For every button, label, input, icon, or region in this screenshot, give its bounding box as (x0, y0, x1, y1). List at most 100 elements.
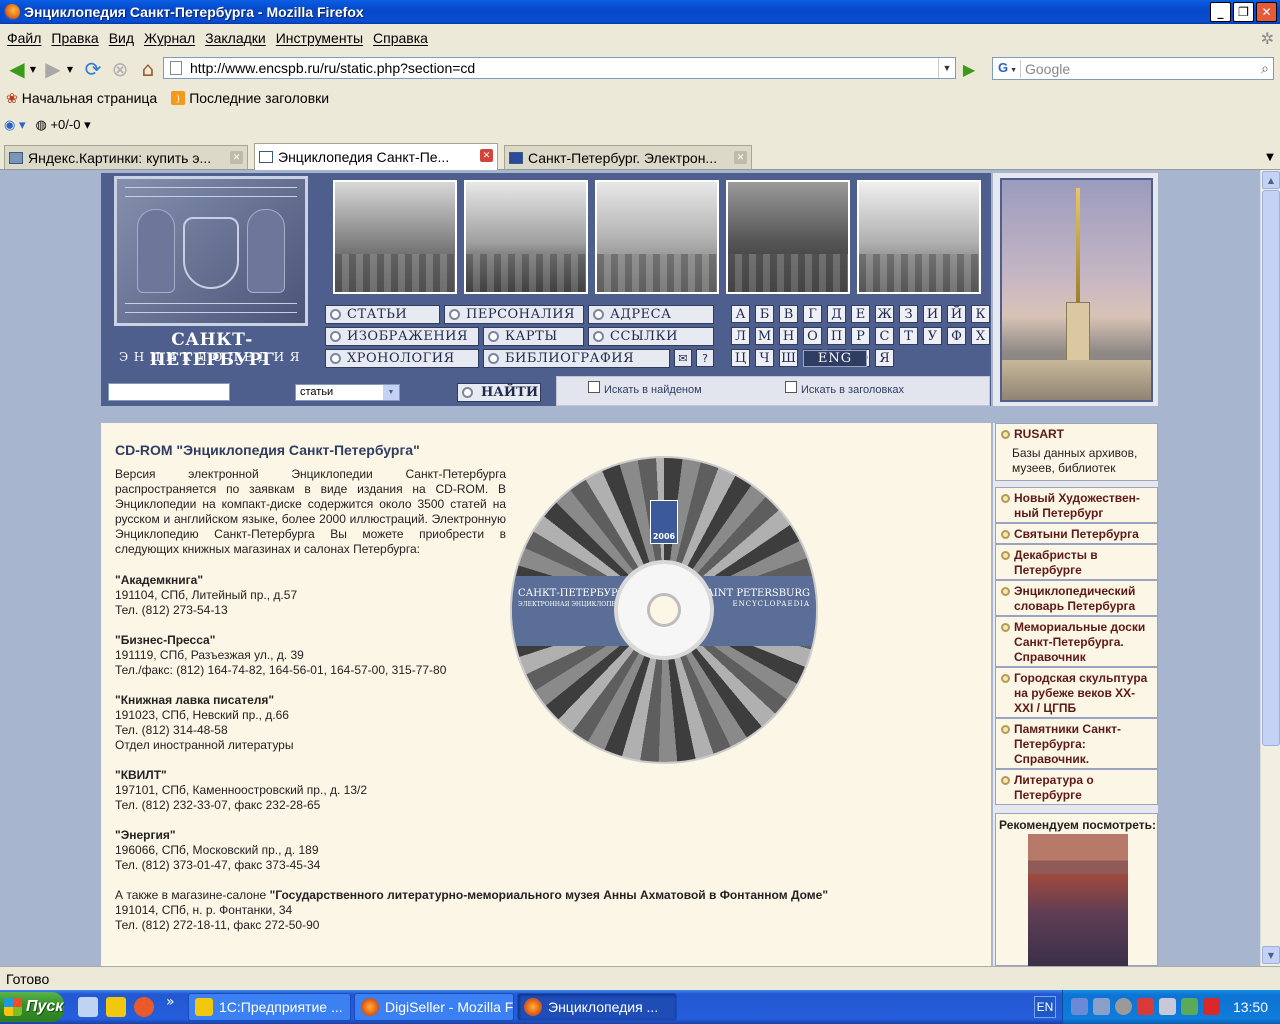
sidebar-item-dictionary[interactable]: Энциклопедический словарь Петербурга (995, 580, 1158, 616)
letter-link[interactable]: Х (971, 327, 990, 345)
magnifier-icon[interactable]: ⌕ (1261, 60, 1269, 77)
nav-bibliography-button[interactable]: БИБЛИОГРАФИЯ (483, 349, 670, 368)
letter-link[interactable]: П (827, 327, 846, 345)
letter-link[interactable]: Ц (731, 349, 750, 367)
menu-bookmarks[interactable]: Закладки (200, 30, 271, 46)
search-in-titles-checkbox[interactable]: Искать в заголовках (785, 381, 904, 396)
scroll-down-icon[interactable]: ▼ (1262, 946, 1280, 964)
find-button[interactable]: НАЙТИ (457, 383, 541, 402)
quick-launch-more-icon[interactable]: » (166, 994, 175, 1010)
letter-link[interactable]: Л (731, 327, 750, 345)
taskbar-button-1c[interactable]: 1С:Предприятие ... (188, 993, 351, 1021)
letter-link[interactable]: Б (755, 305, 774, 323)
url-bar[interactable]: http://www.encspb.ru/ru/static.php?secti… (163, 57, 956, 79)
minimize-button[interactable]: _ (1210, 2, 1231, 22)
shield-icon[interactable] (1137, 998, 1154, 1015)
restore-button[interactable]: ❐ (1233, 2, 1254, 22)
vertical-scrollbar[interactable]: ▲ ▼ (1260, 170, 1280, 966)
tab-close-icon[interactable]: ✕ (230, 151, 243, 164)
menu-file[interactable]: Файл (2, 30, 46, 46)
nav-maps-button[interactable]: КАРТЫ (483, 327, 584, 346)
menu-view[interactable]: Вид (104, 30, 139, 46)
letter-link[interactable]: К (971, 305, 990, 323)
kaspersky-icon[interactable] (1203, 998, 1220, 1015)
tab-yandex[interactable]: Яндекс.Картинки: купить э... ✕ (4, 145, 248, 169)
tab-spb-electronic[interactable]: Санкт-Петербург. Электрон... ✕ (504, 145, 752, 169)
taskbar-button-encyclopedia[interactable]: Энциклопедия ... (517, 993, 677, 1021)
checkbox-icon[interactable] (785, 381, 797, 393)
checkbox-icon[interactable] (588, 381, 600, 393)
sidebar-item-sculpture[interactable]: Городская скульптура на рубеже веков XX-… (995, 667, 1158, 718)
letter-link[interactable]: Ф (947, 327, 966, 345)
letter-link[interactable]: Ш (779, 349, 798, 367)
english-version-button[interactable]: ENG (803, 350, 867, 367)
mail-icon[interactable]: ✉ (674, 349, 692, 367)
letter-link[interactable]: О (803, 327, 822, 345)
letter-link[interactable]: Е (851, 305, 870, 323)
site-logo[interactable] (114, 176, 308, 326)
help-icon[interactable]: ? (696, 349, 714, 367)
letter-link[interactable]: А (731, 305, 750, 323)
tab-encyclopedia[interactable]: Энциклопедия Санкт-Пе... ✕ (254, 143, 498, 170)
reload-button[interactable]: ⟳ (80, 56, 106, 82)
letter-link[interactable]: С (875, 327, 894, 345)
sidebar-item-shrines[interactable]: Святыни Петербурга (995, 523, 1158, 544)
sidebar-item-memorial-plaques[interactable]: Мемориальные доски Санкт-Петербурга. Спр… (995, 616, 1158, 667)
addon-icon[interactable]: ◉ ▾ (4, 117, 25, 133)
tab-list-chevron-icon[interactable]: ▼ (1260, 146, 1280, 168)
search-box[interactable]: G ▼ Google ⌕ (992, 57, 1274, 80)
scroll-thumb[interactable] (1262, 190, 1280, 746)
letter-link[interactable]: Т (899, 327, 918, 345)
menu-help[interactable]: Справка (368, 30, 433, 46)
letter-link[interactable]: Ч (755, 349, 774, 367)
nav-images-button[interactable]: ИЗОБРАЖЕНИЯ (325, 327, 479, 346)
nav-addresses-button[interactable]: АДРЕСА (588, 305, 714, 324)
search-in-found-checkbox[interactable]: Искать в найденом (588, 381, 702, 396)
network-icon[interactable] (1071, 998, 1088, 1015)
letter-link[interactable]: М (755, 327, 774, 345)
antivirus-icon[interactable] (1159, 998, 1176, 1015)
menu-tools[interactable]: Инструменты (271, 30, 368, 46)
back-dropdown-icon[interactable]: ▼ (27, 56, 39, 82)
sidebar-item-rusart[interactable]: RUSART Базы данных архивов, музеев, библ… (995, 423, 1158, 481)
url-dropdown-icon[interactable]: ▼ (938, 58, 955, 78)
sidebar-item-new-art[interactable]: Новый Художествен-ный Петербург (995, 487, 1158, 523)
letter-link[interactable]: З (899, 305, 918, 323)
desktop-icon[interactable] (78, 997, 98, 1017)
close-button[interactable]: ✕ (1256, 2, 1277, 22)
letter-link[interactable]: Я (875, 349, 894, 367)
bookmark-start-page[interactable]: ❀ Начальная страница (6, 90, 157, 107)
letter-link[interactable]: У (923, 327, 942, 345)
header-photo[interactable] (726, 180, 850, 294)
taskbar-button-digiseller[interactable]: DigiSeller - Mozilla Fi... (354, 993, 514, 1021)
letter-link[interactable]: Д (827, 305, 846, 323)
letter-link[interactable]: Г (803, 305, 822, 323)
nav-personalia-button[interactable]: ПЕРСОНАЛИЯ (444, 305, 584, 324)
recommend-image[interactable] (1028, 834, 1128, 966)
nav-articles-button[interactable]: СТАТЬИ (325, 305, 440, 324)
letter-link[interactable]: Й (947, 305, 966, 323)
sidebar-item-decembrists[interactable]: Декабристы в Петербурге (995, 544, 1158, 580)
menu-history[interactable]: Журнал (139, 30, 200, 46)
letter-link[interactable]: Р (851, 327, 870, 345)
forward-dropdown-icon[interactable]: ▼ (64, 56, 76, 82)
search-section-select[interactable]: статьи ▼ (295, 384, 400, 401)
start-button[interactable]: Пуск (0, 992, 64, 1022)
header-photo[interactable] (857, 180, 981, 294)
search-engine-icon[interactable]: G ▼ (995, 60, 1021, 78)
header-photo[interactable] (333, 180, 457, 294)
site-search-input[interactable] (108, 383, 230, 401)
letter-link[interactable]: Ж (875, 305, 894, 323)
disk-icon[interactable] (1115, 998, 1132, 1015)
stop-button[interactable]: ⊗ (107, 56, 133, 82)
language-indicator[interactable]: EN (1034, 996, 1056, 1018)
peter-paul-photo[interactable] (993, 173, 1158, 406)
home-button[interactable]: ⌂ (135, 56, 161, 82)
tab-close-icon[interactable]: ✕ (734, 151, 747, 164)
1c-icon[interactable] (106, 997, 126, 1017)
vote-counter[interactable]: ◍ +0/-0 ▾ (35, 117, 90, 133)
sidebar-item-literature[interactable]: Литература о Петербурге (995, 769, 1158, 805)
tools-icon[interactable] (1093, 998, 1110, 1015)
go-button[interactable]: ▶ (958, 58, 980, 80)
tab-close-icon[interactable]: ✕ (480, 149, 493, 162)
